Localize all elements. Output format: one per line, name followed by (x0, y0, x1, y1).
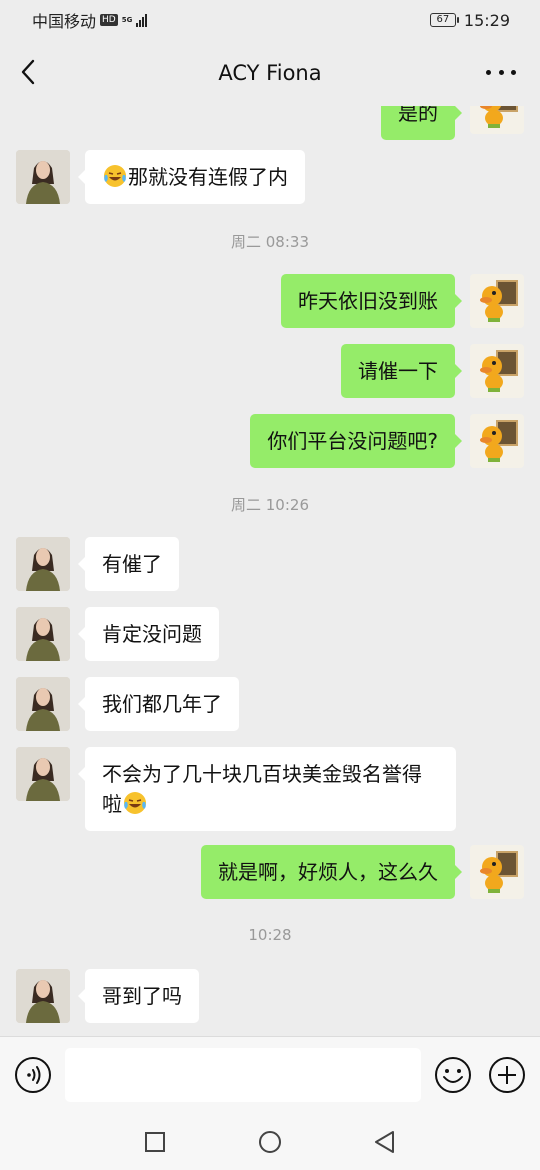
self-avatar[interactable] (470, 106, 524, 134)
network-type-label: 5G (121, 15, 133, 24)
self-avatar[interactable] (470, 414, 524, 468)
message-bubble-self[interactable]: 你们平台没问题吧? (250, 414, 462, 468)
message-text: 有催了 (102, 552, 162, 576)
chat-title: ACY Fiona (218, 61, 322, 85)
contact-photo-icon (16, 150, 70, 204)
message-input[interactable] (65, 1048, 421, 1102)
more-dot (498, 69, 504, 75)
emoji-icon (435, 1057, 471, 1093)
plus-button[interactable] (488, 1056, 526, 1094)
message-text: 是的 (398, 106, 438, 125)
contact-photo-icon (16, 677, 70, 731)
contact-avatar[interactable] (16, 150, 70, 204)
duck-avatar-icon (480, 420, 518, 462)
network-type-text: 5G (121, 15, 133, 24)
contact-avatar[interactable] (16, 747, 70, 801)
system-nav-bar (0, 1112, 540, 1170)
message-text: 你们平台没问题吧? (267, 429, 438, 453)
recents-button[interactable] (140, 1127, 170, 1157)
chat-header: ACY Fiona (0, 40, 540, 106)
contact-avatar[interactable] (16, 969, 70, 1023)
message-bubble-self[interactable]: 就是啊，好烦人，这么久 (201, 845, 462, 899)
message-bubble-self[interactable]: 请催一下 (341, 344, 462, 398)
message-text: 肯定没问题 (102, 622, 202, 646)
status-left: 中国移动 HD 5G (32, 8, 148, 32)
message-bubble-other[interactable]: 哥到了吗 (78, 969, 199, 1023)
home-button[interactable] (255, 1127, 285, 1157)
self-avatar[interactable] (470, 274, 524, 328)
signal-icon (136, 13, 148, 27)
system-back-button[interactable] (370, 1127, 400, 1157)
duck-avatar-icon (480, 280, 518, 322)
duck-avatar-icon (480, 106, 518, 128)
message-text: 就是啊，好烦人，这么久 (218, 860, 438, 884)
circle-icon (259, 1131, 281, 1153)
laugh-cry-emoji-icon (124, 792, 146, 814)
plus-icon (489, 1057, 525, 1093)
status-time: 15:29 (463, 10, 510, 30)
battery-icon: 67 (429, 13, 459, 27)
message-list[interactable]: 是的 那就没有连假了内 周二 08:33 昨天依旧没到账 请催一下 你们平台没问… (0, 106, 540, 1036)
laugh-cry-emoji-icon (104, 165, 126, 187)
message-bubble-self[interactable]: 昨天依旧没到账 (281, 274, 462, 328)
timestamp: 周二 08:33 (231, 233, 309, 251)
duck-avatar-icon (480, 851, 518, 893)
message-text: 哥到了吗 (102, 984, 182, 1008)
message-text: 不会为了几十块几百块美金毁名誉得啦 (102, 762, 422, 816)
message-bubble-self[interactable]: 是的 (381, 106, 462, 140)
voice-icon (15, 1057, 51, 1093)
message-text: 昨天依旧没到账 (298, 289, 438, 313)
message-text: 我们都几年了 (102, 692, 222, 716)
battery-level: 67 (436, 14, 450, 25)
message-text: 请催一下 (358, 359, 438, 383)
contact-photo-icon (16, 537, 70, 591)
square-icon (145, 1132, 165, 1152)
back-button[interactable] (14, 56, 42, 88)
message-bubble-other[interactable]: 有催了 (78, 537, 179, 591)
message-bubble-other[interactable]: 那就没有连假了内 (78, 150, 305, 204)
contact-photo-icon (16, 607, 70, 661)
chevron-left-icon (21, 59, 35, 85)
more-dot (511, 69, 516, 75)
contact-avatar[interactable] (16, 607, 70, 661)
status-right: 67 15:29 (429, 10, 510, 30)
hd-badge: HD (100, 14, 118, 26)
timestamp: 周二 10:26 (231, 496, 309, 514)
contact-photo-icon (16, 969, 70, 1023)
carrier-label: 中国移动 (32, 12, 97, 31)
self-avatar[interactable] (470, 845, 524, 899)
contact-avatar[interactable] (16, 537, 70, 591)
more-button[interactable] (486, 62, 516, 82)
timestamp: 10:28 (248, 926, 292, 944)
message-text: 那就没有连假了内 (128, 165, 288, 189)
status-bar: 中国移动 HD 5G 67 15:29 (0, 0, 540, 40)
more-dots-icon (486, 69, 491, 75)
input-bar (0, 1036, 540, 1112)
triangle-back-icon (375, 1131, 394, 1153)
message-bubble-other[interactable]: 我们都几年了 (78, 677, 239, 731)
contact-avatar[interactable] (16, 677, 70, 731)
self-avatar[interactable] (470, 344, 524, 398)
voice-button[interactable] (14, 1056, 52, 1094)
message-bubble-other[interactable]: 不会为了几十块几百块美金毁名誉得啦 (78, 747, 456, 831)
duck-avatar-icon (480, 350, 518, 392)
contact-photo-icon (16, 747, 70, 801)
message-bubble-other[interactable]: 肯定没问题 (78, 607, 219, 661)
emoji-button[interactable] (434, 1056, 472, 1094)
